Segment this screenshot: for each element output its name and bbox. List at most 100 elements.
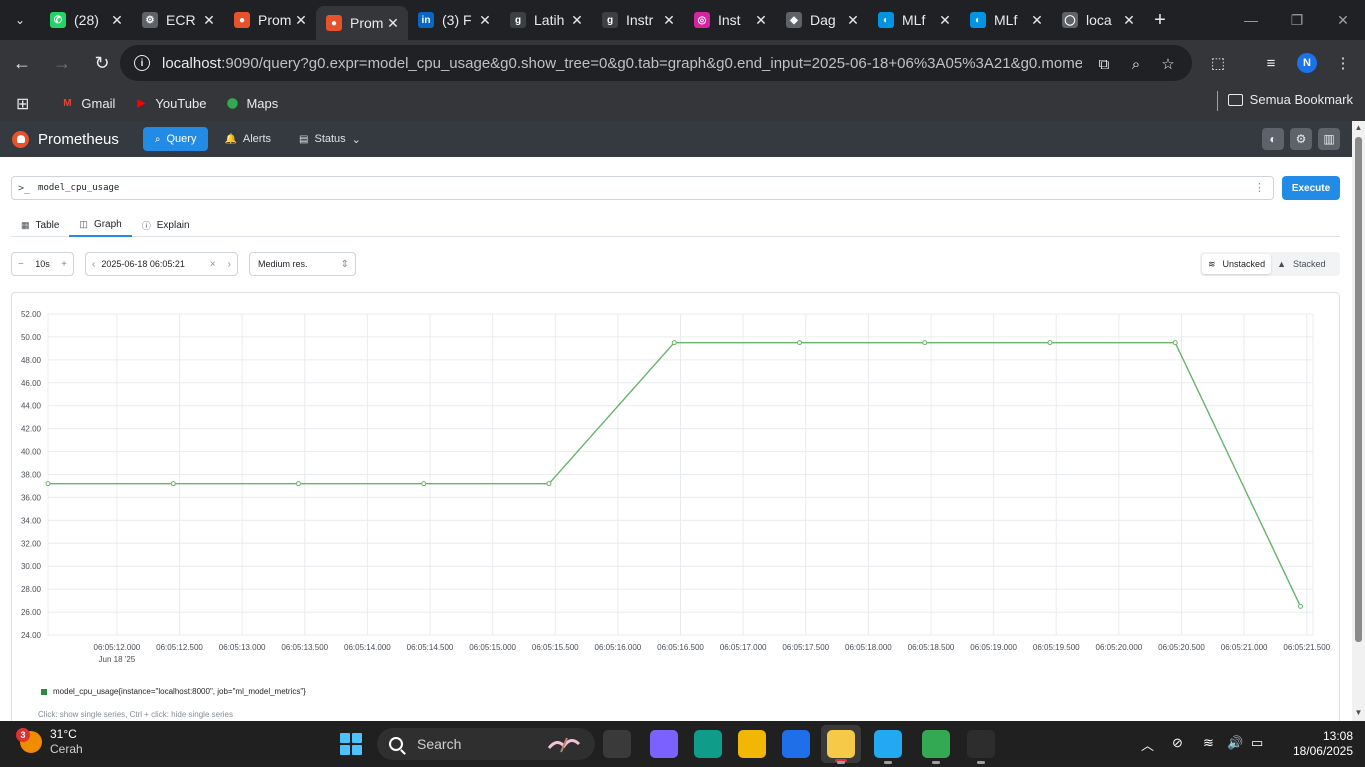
- legend-swatch: [41, 688, 47, 695]
- tab-title: MLf: [994, 12, 1018, 28]
- address-bar[interactable]: i localhost:9090/query?g0.expr=model_cpu…: [120, 45, 1192, 81]
- x-tick-label: 06:05:21.000: [1221, 643, 1268, 652]
- bookmark-label: YouTube: [155, 96, 207, 111]
- x-tick-label: 06:05:16.500: [657, 643, 704, 652]
- wifi-icon[interactable]: ≋: [1203, 735, 1214, 751]
- y-tick-label: 48.00: [21, 356, 42, 365]
- browser-tab[interactable]: g Instr ✕: [592, 0, 684, 40]
- url-text[interactable]: localhost:9090/query?g0.expr=model_cpu_u…: [162, 55, 1082, 72]
- whatsapp-icon: ✆: [50, 12, 66, 28]
- scroll-up-icon[interactable]: ▲: [1354, 123, 1363, 133]
- browser-tab[interactable]: ● Prom ✕: [224, 0, 316, 40]
- legend-label[interactable]: model_cpu_usage{instance="localhost:8000…: [53, 687, 306, 696]
- site-info-icon[interactable]: i: [134, 55, 150, 71]
- file-explorer-dark-icon[interactable]: [603, 730, 631, 758]
- scrollbar-thumb[interactable]: [1355, 137, 1362, 642]
- tab-title: Instr: [626, 12, 654, 28]
- volume-icon[interactable]: 🔊: [1227, 735, 1243, 751]
- close-tab-icon[interactable]: ✕: [754, 12, 768, 29]
- windows-taskbar: 3 31°C Cerah Search ︿ ⊘ ≋ 🔊 ▭ 13:08 18/0…: [0, 721, 1365, 767]
- back-button[interactable]: ←: [4, 45, 40, 81]
- system-clock[interactable]: 13:08 18/06/2025: [1293, 729, 1353, 759]
- bookmark-label: Maps: [246, 96, 279, 111]
- browser-tab[interactable]: ◎ Inst ✕: [684, 0, 776, 40]
- new-tab-button[interactable]: +: [1144, 4, 1176, 36]
- copilot-icon[interactable]: [650, 730, 678, 758]
- terminal-icon[interactable]: [967, 730, 995, 764]
- page-scrollbar[interactable]: ▲ ▼: [1352, 121, 1365, 721]
- y-tick-label: 36.00: [21, 493, 42, 502]
- close-tab-icon[interactable]: ✕: [386, 15, 400, 32]
- network-status-icon[interactable]: ⊘: [1172, 735, 1183, 751]
- close-tab-icon[interactable]: ✕: [662, 12, 676, 29]
- zoom-icon[interactable]: ⌕: [1126, 54, 1146, 74]
- browser-tab[interactable]: ◆ Dag ✕: [776, 0, 868, 40]
- browser-tab[interactable]: ◐ MLf ✕: [868, 0, 960, 40]
- close-tab-icon[interactable]: ✕: [294, 12, 308, 29]
- close-tab-icon[interactable]: ✕: [1030, 12, 1044, 29]
- search-label: Search: [417, 736, 462, 752]
- minimize-icon[interactable]: —: [1228, 0, 1274, 40]
- close-tab-icon[interactable]: ✕: [202, 12, 216, 29]
- vscode-icon[interactable]: [874, 730, 902, 764]
- start-button-icon[interactable]: [340, 733, 362, 755]
- x-tick-label: 06:05:12.500: [156, 643, 203, 652]
- extensions-icon[interactable]: ⬚: [1207, 52, 1229, 74]
- apps-grid-icon[interactable]: ⊞: [16, 94, 29, 114]
- browser-tab[interactable]: ◯ loca ✕: [1052, 0, 1144, 40]
- store-icon[interactable]: [782, 730, 810, 758]
- close-tab-icon[interactable]: ✕: [478, 12, 492, 29]
- sticky-notes-icon[interactable]: [827, 730, 855, 764]
- close-tab-icon[interactable]: ✕: [110, 12, 124, 29]
- scroll-down-icon[interactable]: ▼: [1354, 708, 1363, 718]
- bookmark-youtube[interactable]: ▶ YouTube: [133, 96, 207, 112]
- y-tick-label: 32.00: [21, 539, 42, 548]
- aws-ecr-icon: ⚙: [142, 12, 158, 28]
- prometheus-page: Prometheus ⌕ Query 🔔 Alerts ▤ Status ⌄ ◐ ⚙ ▥ >…: [0, 121, 1352, 721]
- globe-icon: ◯: [1062, 12, 1078, 28]
- browser-tab[interactable]: ◐ MLf ✕: [960, 0, 1052, 40]
- reload-button[interactable]: ↻: [84, 45, 120, 81]
- data-point: [796, 340, 802, 346]
- tray-overflow-icon[interactable]: ︿: [1141, 735, 1154, 754]
- clock-date: 18/06/2025: [1292, 744, 1353, 758]
- chrome-menu-icon[interactable]: ⋮: [1332, 52, 1354, 74]
- profile-avatar[interactable]: N: [1297, 53, 1317, 73]
- bookmark-star-icon[interactable]: ☆: [1158, 54, 1178, 74]
- media-control-icon[interactable]: ≡: [1260, 52, 1282, 74]
- tab-search-icon[interactable]: ⌄: [0, 0, 40, 40]
- bookmark-label: Gmail: [81, 96, 116, 111]
- close-tab-icon[interactable]: ✕: [1122, 12, 1136, 29]
- maximize-icon[interactable]: ❐: [1274, 0, 1320, 40]
- data-point: [170, 481, 176, 487]
- browser-tab[interactable]: ● Prom ✕: [316, 6, 408, 40]
- weather-widget[interactable]: 3 31°C Cerah: [16, 727, 83, 757]
- x-tick-label: 06:05:18.500: [908, 643, 955, 652]
- chart-svg[interactable]: 24.00 26.00 28.00 30.00 32.00 34.00 36.00 38.00…: [0, 121, 1352, 681]
- close-tab-icon[interactable]: ✕: [938, 12, 952, 29]
- forward-button[interactable]: →: [44, 45, 80, 81]
- bookmark-maps[interactable]: ⬤ Maps: [224, 96, 278, 112]
- bookmarks-bar: ⊞ M Gmail ▶ YouTube ⬤ Maps: [0, 86, 1365, 121]
- translate-icon[interactable]: ⧉: [1094, 54, 1114, 74]
- browser-tab[interactable]: ✆ (28) ✕: [40, 0, 132, 40]
- chrome-icon[interactable]: [922, 730, 950, 764]
- taskbar-search[interactable]: Search: [377, 728, 595, 760]
- bookmark-gmail[interactable]: M Gmail: [59, 96, 115, 112]
- close-tab-icon[interactable]: ✕: [846, 12, 860, 29]
- edge-icon[interactable]: [694, 730, 722, 758]
- close-window-icon[interactable]: ✕: [1320, 0, 1365, 40]
- close-tab-icon[interactable]: ✕: [570, 12, 584, 29]
- all-bookmarks-button[interactable]: Semua Bookmark: [1227, 92, 1353, 107]
- browser-tab[interactable]: in (3) F ✕: [408, 0, 500, 40]
- legend-item[interactable]: model_cpu_usage{instance="localhost:8000…: [41, 687, 306, 696]
- weather-temp: 31°C: [50, 727, 77, 741]
- browser-tab[interactable]: ⚙ ECR ✕: [132, 0, 224, 40]
- battery-icon[interactable]: ▭: [1251, 735, 1263, 751]
- folder-icon[interactable]: [738, 730, 766, 758]
- tab-title: Prom: [350, 15, 384, 31]
- browser-tab[interactable]: g Latih ✕: [500, 0, 592, 40]
- tab-title: ECR: [166, 12, 196, 28]
- notification-badge: 3: [16, 728, 30, 742]
- tab-title: (3) F: [442, 12, 472, 28]
